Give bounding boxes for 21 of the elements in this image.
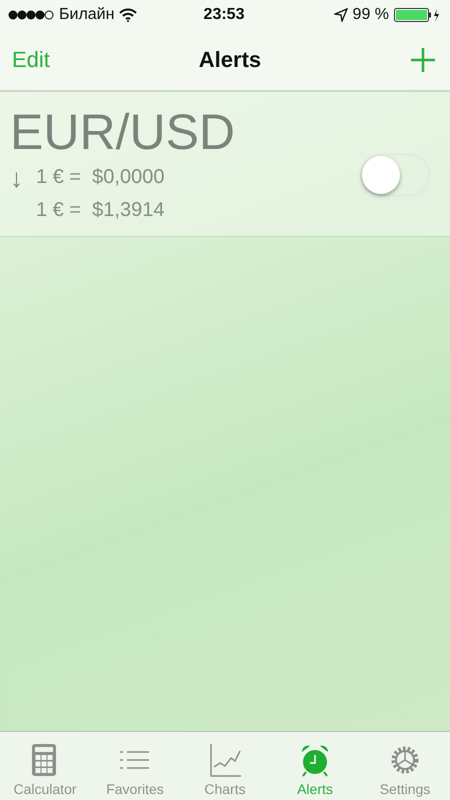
clock-time: 23:53 <box>204 6 244 24</box>
alert-toggle[interactable] <box>360 154 430 196</box>
arrow-down: ↓ <box>10 166 24 195</box>
rate-text: 1 € = $0,0000 <box>36 166 164 189</box>
location-icon <box>334 8 348 22</box>
add-icon[interactable] <box>410 47 436 73</box>
wifi-icon <box>119 8 138 22</box>
tab-item[interactable]: Charts <box>180 732 270 800</box>
tab-item[interactable]: Settings <box>360 732 450 800</box>
line-chart-icon <box>208 743 242 777</box>
currency-pair: EUR/USD <box>10 104 236 160</box>
tab-item[interactable]: Favorites <box>90 732 180 800</box>
tab-item[interactable]: Alerts <box>270 732 360 800</box>
carrier-name: Билайн <box>59 6 114 24</box>
signal-icon <box>8 10 54 20</box>
rate-text: 1 € = $1,3914 <box>36 199 164 222</box>
tab-item[interactable]: Calculator <box>0 732 90 800</box>
battery-icon <box>394 7 440 23</box>
edit-button[interactable]: Edit <box>12 47 50 73</box>
battery-percent: 99 % <box>352 6 390 24</box>
screen-title: Alerts <box>198 47 262 73</box>
